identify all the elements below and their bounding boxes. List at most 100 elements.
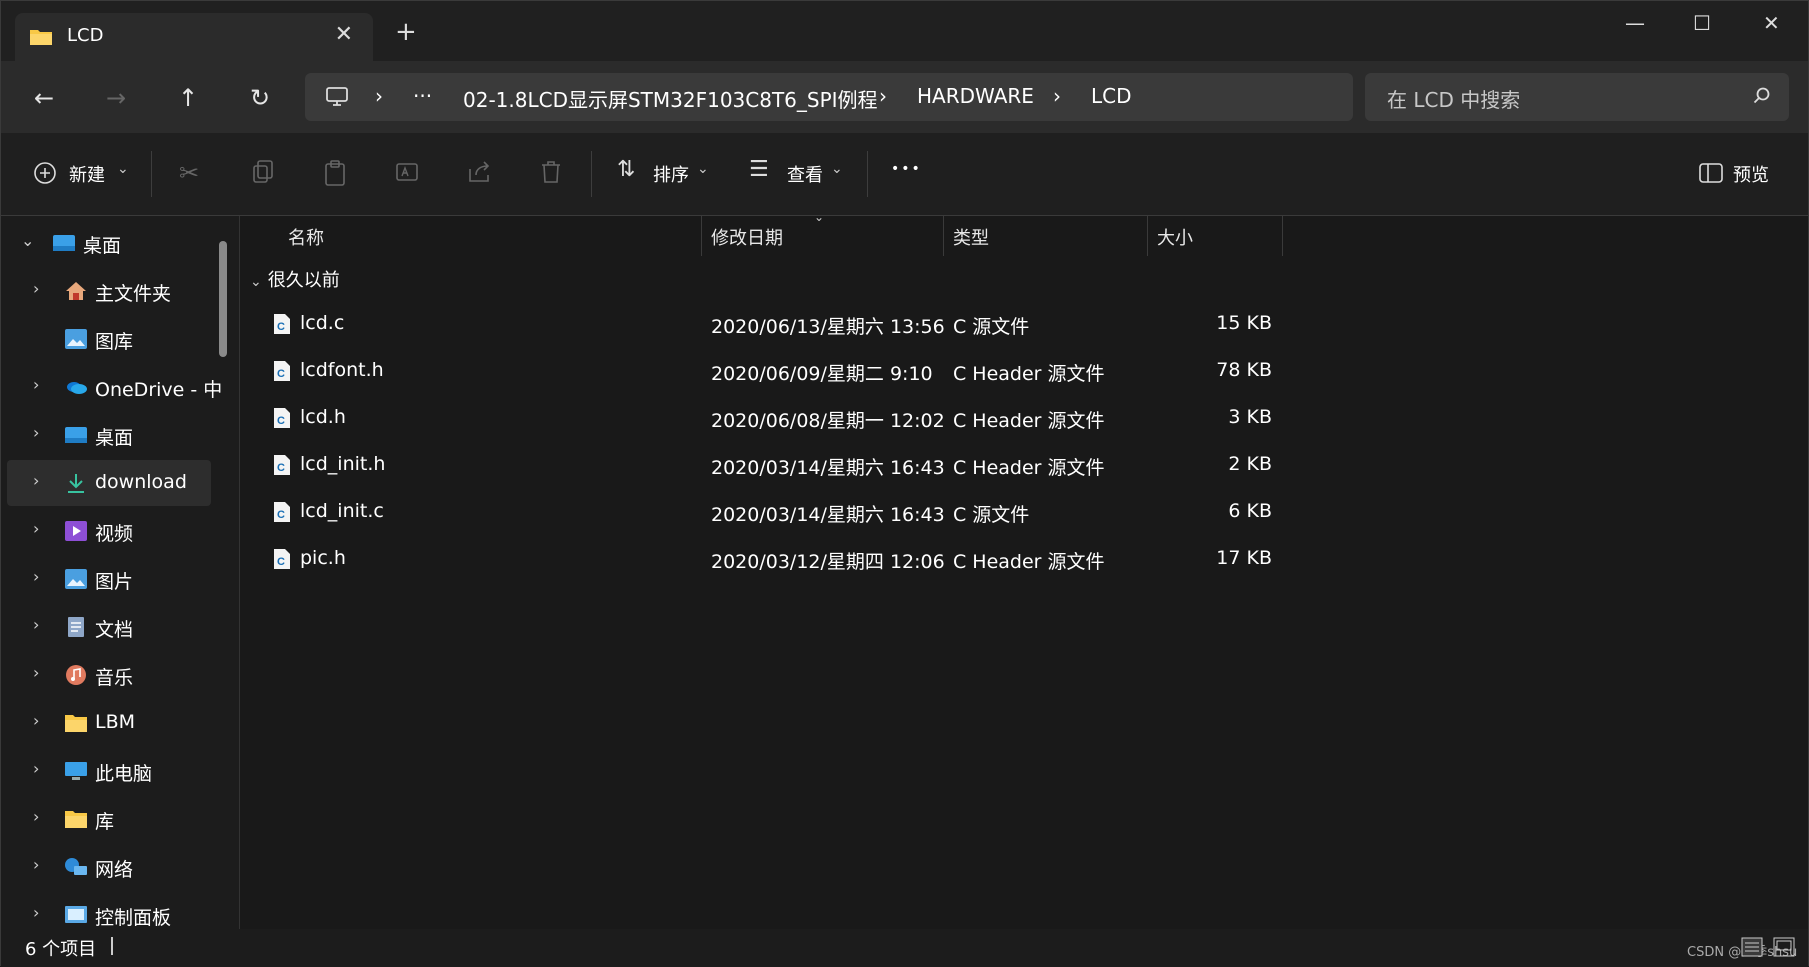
computer-icon [326, 87, 348, 106]
chevron-right-icon[interactable]: › [33, 375, 39, 394]
rename-icon[interactable] [395, 159, 421, 185]
preview-button[interactable]: 预览 [1697, 153, 1793, 193]
search-box[interactable]: 在 LCD 中搜索 [1365, 73, 1789, 121]
group-header[interactable]: ⌄ 很久以前 [250, 266, 340, 292]
column-header-type[interactable]: 类型 [953, 224, 989, 250]
sidebar-item-libraries[interactable]: › 库 [7, 796, 211, 842]
sidebar-item-label: 桌面 [83, 235, 122, 257]
file-size: 6 KB [1228, 500, 1272, 522]
sidebar-item-this-pc[interactable]: › 此电脑 [7, 748, 211, 794]
table-row[interactable]: C lcd_init.c 2020/03/14/星期六 16:43 C 源文件 … [240, 491, 1280, 531]
column-divider[interactable] [1147, 216, 1148, 256]
column-header-size[interactable]: 大小 [1157, 224, 1193, 250]
file-size: 78 KB [1216, 359, 1272, 381]
documents-icon [68, 617, 84, 637]
sidebar-item-gallery[interactable]: 图库 [7, 316, 211, 362]
address-bar[interactable]: › ··· 02-1.8LCD显示屏STM32F103C8T6_SPI例程 › … [305, 73, 1353, 121]
sidebar-item-videos[interactable]: › 视频 [7, 508, 211, 554]
chevron-right-icon[interactable]: › [33, 567, 39, 586]
sort-button[interactable]: ⇅ 排序 ⌄ [617, 153, 717, 193]
sidebar-item-download[interactable]: › download [7, 460, 211, 506]
sidebar-item-label: 控制面板 [95, 907, 172, 929]
chevron-right-icon[interactable]: › [33, 807, 39, 826]
navigation-pane: ⌄ 桌面 › 主文件夹 图库 › OneDrive - 中 › 桌面 › dow… [1, 216, 240, 929]
chevron-right-icon[interactable]: › [33, 471, 39, 490]
new-label: 新建 [69, 165, 105, 186]
sidebar-item-home[interactable]: › 主文件夹 [7, 268, 211, 314]
minimize-button[interactable]: — [1625, 11, 1645, 35]
back-button[interactable]: ← [29, 83, 59, 113]
sidebar-item-label: 视频 [95, 523, 134, 545]
c-file-icon: C [274, 314, 290, 334]
refresh-button[interactable]: ↻ [245, 83, 275, 113]
new-tab-button[interactable]: + [395, 19, 417, 45]
breadcrumb-item-project[interactable]: 02-1.8LCD显示屏STM32F103C8T6_SPI例程 [463, 84, 878, 113]
chevron-right-icon[interactable]: › [33, 903, 39, 922]
file-modified: 2020/03/14/星期六 16:43 [711, 457, 945, 479]
details-view-icon[interactable] [1741, 937, 1763, 957]
up-button[interactable]: ↑ [173, 83, 203, 113]
cut-icon[interactable]: ✂ [179, 159, 199, 187]
status-bar: 6 个项目 CSDN @四季shsu [1, 929, 1808, 967]
chevron-right-icon[interactable]: › [33, 423, 39, 442]
new-button[interactable]: 新建 ⌄ [31, 153, 161, 193]
svg-text:C: C [277, 462, 285, 474]
chevron-right-icon[interactable]: › [33, 663, 39, 682]
sidebar-item-pictures[interactable]: › 图片 [7, 556, 211, 602]
sort-icon: ⇅ [617, 157, 636, 182]
view-button[interactable]: ☰ 查看 ⌄ [749, 153, 849, 193]
computer-icon [65, 762, 87, 780]
sidebar-item-lbm[interactable]: › LBM [7, 700, 211, 746]
breadcrumb-overflow[interactable]: ··· [413, 84, 432, 108]
search-input[interactable]: 在 LCD 中搜索 [1387, 84, 1520, 113]
chevron-down-icon[interactable]: ⌄ [21, 231, 34, 250]
chevron-right-icon[interactable]: › [33, 279, 39, 298]
sidebar-item-onedrive[interactable]: › OneDrive - 中 [7, 364, 222, 410]
column-divider[interactable] [1282, 216, 1283, 256]
column-divider[interactable] [701, 216, 702, 256]
forward-button[interactable]: → [101, 83, 131, 113]
preview-pane-icon [1699, 163, 1723, 183]
sidebar-item-label: 库 [95, 811, 115, 833]
svg-text:C: C [277, 415, 285, 427]
close-window-button[interactable]: ✕ [1763, 11, 1780, 35]
file-type: C Header 源文件 [953, 363, 1105, 385]
video-icon [65, 521, 87, 541]
table-row[interactable]: C pic.h 2020/03/12/星期四 12:06 C Header 源文… [240, 538, 1280, 578]
sidebar-item-desktop[interactable]: › 桌面 [7, 412, 211, 458]
paste-icon[interactable] [323, 159, 347, 187]
sidebar-item-music[interactable]: › 音乐 [7, 652, 211, 698]
column-header-name[interactable]: 名称 [288, 224, 324, 250]
table-row[interactable]: C lcd_init.h 2020/03/14/星期六 16:43 C Head… [240, 444, 1280, 484]
copy-icon[interactable] [251, 159, 275, 185]
status-divider [111, 937, 113, 955]
breadcrumb-item-hardware[interactable]: HARDWARE [917, 84, 1034, 108]
close-tab-icon[interactable]: ✕ [335, 22, 353, 47]
sidebar-item-documents[interactable]: › 文档 [7, 604, 211, 650]
column-divider[interactable] [943, 216, 944, 256]
svg-text:C: C [277, 509, 285, 521]
chevron-right-icon[interactable]: › [33, 615, 39, 634]
table-row[interactable]: C lcdfont.h 2020/06/09/星期二 9:10 C Header… [240, 350, 1280, 390]
sidebar-item-desktop-root[interactable]: ⌄ 桌面 [7, 220, 211, 266]
table-row[interactable]: C lcd.c 2020/06/13/星期六 13:56 C 源文件 15 KB [240, 303, 1280, 343]
chevron-right-icon[interactable]: › [33, 855, 39, 874]
share-icon[interactable] [467, 159, 493, 185]
more-options-button[interactable]: ••• [891, 161, 922, 177]
chevron-right-icon[interactable]: › [33, 519, 39, 538]
chevron-right-icon[interactable]: › [33, 759, 39, 778]
tiles-view-icon[interactable] [1773, 937, 1795, 957]
chevron-right-icon[interactable]: › [33, 711, 39, 730]
sidebar-scrollbar[interactable] [219, 241, 227, 357]
maximize-button[interactable]: ☐ [1693, 11, 1711, 35]
table-row[interactable]: C lcd.h 2020/06/08/星期一 12:02 C Header 源文… [240, 397, 1280, 437]
sidebar-item-network[interactable]: › 网络 [7, 844, 211, 890]
file-type: C 源文件 [953, 504, 1030, 526]
sort-indicator-icon: ⌄ [814, 210, 825, 224]
delete-icon[interactable] [539, 159, 563, 185]
sidebar-item-control-panel[interactable]: › 控制面板 [7, 892, 211, 929]
breadcrumb-item-lcd[interactable]: LCD [1091, 84, 1132, 108]
column-header-modified[interactable]: 修改日期 [711, 224, 783, 250]
tab-lcd[interactable]: LCD ✕ [15, 13, 373, 61]
pictures-icon [65, 569, 87, 589]
